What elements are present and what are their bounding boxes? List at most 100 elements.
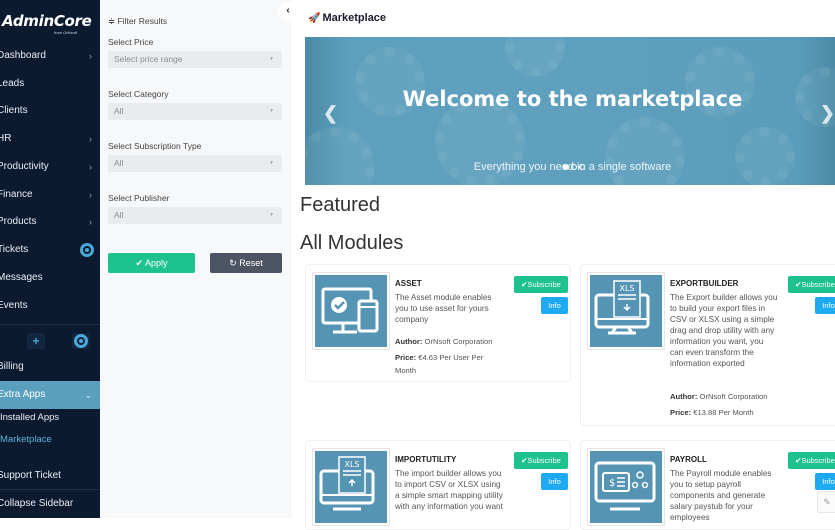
module-description: The Payroll module enables you to setup …: [670, 469, 772, 522]
caret-down-icon: ▼: [269, 160, 274, 166]
sidebar-item-leads[interactable]: Leads: [0, 70, 100, 98]
brand-logo: AdminCore: [2, 12, 92, 30]
caret-down-icon: ▼: [269, 212, 274, 218]
add-button[interactable]: +: [27, 333, 45, 349]
sidebar-item-clients[interactable]: Clients: [0, 97, 100, 125]
chevron-right-icon: ›: [89, 190, 92, 200]
category-select-value: All: [114, 106, 124, 116]
caret-down-icon: ▼: [269, 108, 274, 114]
publisher-select[interactable]: All ▼: [108, 207, 282, 224]
info-button[interactable]: Info: [815, 473, 835, 490]
sidebar-item-label: Products: [0, 216, 37, 227]
chevron-right-icon: ›: [89, 217, 92, 227]
module-name: IMPORTUTILITY: [395, 455, 457, 464]
filter-panel: ≑ Filter Results Select Price Select pri…: [100, 0, 292, 518]
sidebar-divider: [0, 324, 100, 325]
banner-subtitle: Everything you need in a single software: [473, 161, 672, 173]
publisher-label: Select Publisher: [108, 193, 170, 203]
help-button[interactable]: [72, 333, 90, 349]
xls-import-icon: XLS: [312, 448, 390, 526]
module-name: PAYROLL: [670, 455, 707, 464]
gear-decoration: [735, 127, 795, 185]
subscription-select[interactable]: All ▼: [108, 155, 282, 172]
sidebar-item-label: Dashboard: [0, 50, 46, 61]
sidebar-item-label: Finance: [0, 189, 33, 200]
module-card-payroll: $ PAYROLL The Payroll module enables you…: [580, 440, 835, 530]
filter-title: ≑ Filter Results: [108, 16, 167, 27]
svg-text:$: $: [609, 478, 615, 489]
rocket-icon: 🚀: [308, 13, 321, 24]
gear-decoration: [305, 127, 375, 185]
collapse-filter-button[interactable]: ‹: [278, 2, 298, 20]
reset-button[interactable]: ↻ Reset: [210, 253, 282, 273]
featured-heading: Featured: [300, 194, 381, 216]
xls-export-icon: XLS: [587, 272, 665, 350]
module-name: EXPORTBUILDER: [670, 279, 739, 288]
module-description: The Asset module enables you to use asse…: [395, 293, 492, 324]
sidebar-item-label: Leads: [0, 78, 25, 89]
sidebar-item-label: Events: [0, 300, 28, 311]
chevron-right-icon: ›: [89, 51, 92, 61]
filter-title-text: Filter Results: [117, 16, 168, 26]
price-label: Select Price: [108, 37, 154, 47]
sidebar-item-productivity[interactable]: Productivity ›: [0, 153, 100, 181]
sidebar-item-label: Support Ticket: [0, 470, 61, 481]
svg-text:XLS: XLS: [619, 284, 634, 293]
collapse-sidebar-button[interactable]: Collapse Sidebar: [0, 490, 100, 518]
page-title-text: Marketplace: [322, 12, 387, 24]
svg-text:XLS: XLS: [344, 460, 359, 469]
subscribe-button[interactable]: ✔Subscribe: [514, 452, 568, 469]
hero-carousel: ❮ Welcome to the marketplace Everything …: [305, 37, 835, 185]
sidebar-item-billing[interactable]: Billing: [0, 353, 100, 381]
price-select[interactable]: Select price range ▼: [108, 51, 282, 68]
all-modules-heading: All Modules: [300, 232, 404, 254]
module-card-exportbuilder: XLS EXPORTBUILDER The Export builder all…: [580, 264, 835, 426]
sidebar-item-dashboard[interactable]: Dashboard ›: [0, 42, 100, 70]
publisher-select-value: All: [114, 210, 124, 220]
sidebar-item-marketplace[interactable]: Marketplace: [0, 426, 100, 454]
sidebar-item-finance[interactable]: Finance ›: [0, 181, 100, 209]
sidebar-item-label: Messages: [0, 272, 43, 283]
sidebar-item-label: Billing: [0, 361, 24, 372]
carousel-next-button[interactable]: ❯: [820, 103, 835, 124]
payroll-icon: $: [587, 448, 665, 526]
main-content: 🚀 Marketplace ❮ Welcome to the marketplac…: [300, 0, 835, 530]
sidebar-item-label: Collapse Sidebar: [0, 498, 74, 509]
sidebar-item-support-ticket[interactable]: Support Ticket: [0, 462, 100, 490]
category-select[interactable]: All ▼: [108, 103, 282, 120]
sidebar-item-label: HR: [0, 133, 12, 144]
subscription-select-value: All: [114, 158, 124, 168]
info-button[interactable]: Info: [541, 473, 568, 490]
price-select-value: Select price range: [114, 54, 183, 64]
info-button[interactable]: Info: [815, 297, 835, 314]
gear-decoration: [505, 37, 565, 77]
module-author: Author: OrNsoft Corporation: [395, 337, 493, 346]
chevron-right-icon: ›: [89, 134, 92, 144]
sidebar-item-products[interactable]: Products ›: [0, 208, 100, 236]
subscribe-button[interactable]: ✔Subscribe: [514, 276, 568, 293]
sidebar-item-tickets[interactable]: Tickets: [0, 236, 100, 264]
lifebuoy-icon: [74, 334, 88, 348]
module-description: The import builder allows you to import …: [395, 469, 503, 511]
sidebar-item-events[interactable]: Events: [0, 292, 100, 320]
module-author: Author: OrNsoft Corporation: [670, 392, 768, 401]
apply-button[interactable]: ✔ Apply: [108, 253, 195, 273]
info-button[interactable]: Info: [541, 297, 568, 314]
chevron-left-icon: ‹: [286, 5, 290, 16]
module-name: ASSET: [395, 279, 422, 288]
monitor-check-icon: [312, 272, 390, 350]
sidebar-item-messages[interactable]: Messages: [0, 264, 100, 292]
gear-decoration: [605, 117, 685, 185]
subscribe-button[interactable]: ✔Subscribe: [788, 276, 835, 293]
module-card-importutility: XLS IMPORTUTILITY The import builder all…: [305, 440, 571, 530]
support-ring-icon: [80, 243, 94, 257]
brand-subtitle: from OrNsoft: [54, 30, 77, 35]
banner-title: Welcome to the marketplace: [402, 87, 743, 111]
sidebar-item-hr[interactable]: HR ›: [0, 125, 100, 153]
chevron-right-icon: ›: [89, 162, 92, 172]
page-title: 🚀 Marketplace: [308, 12, 386, 24]
subscribe-button[interactable]: ✔Subscribe: [788, 452, 835, 469]
edit-button[interactable]: ✎: [817, 491, 835, 513]
module-price: Price: €4.63 Per User Per Month: [395, 353, 484, 375]
sidebar-item-label: Productivity: [0, 161, 49, 172]
